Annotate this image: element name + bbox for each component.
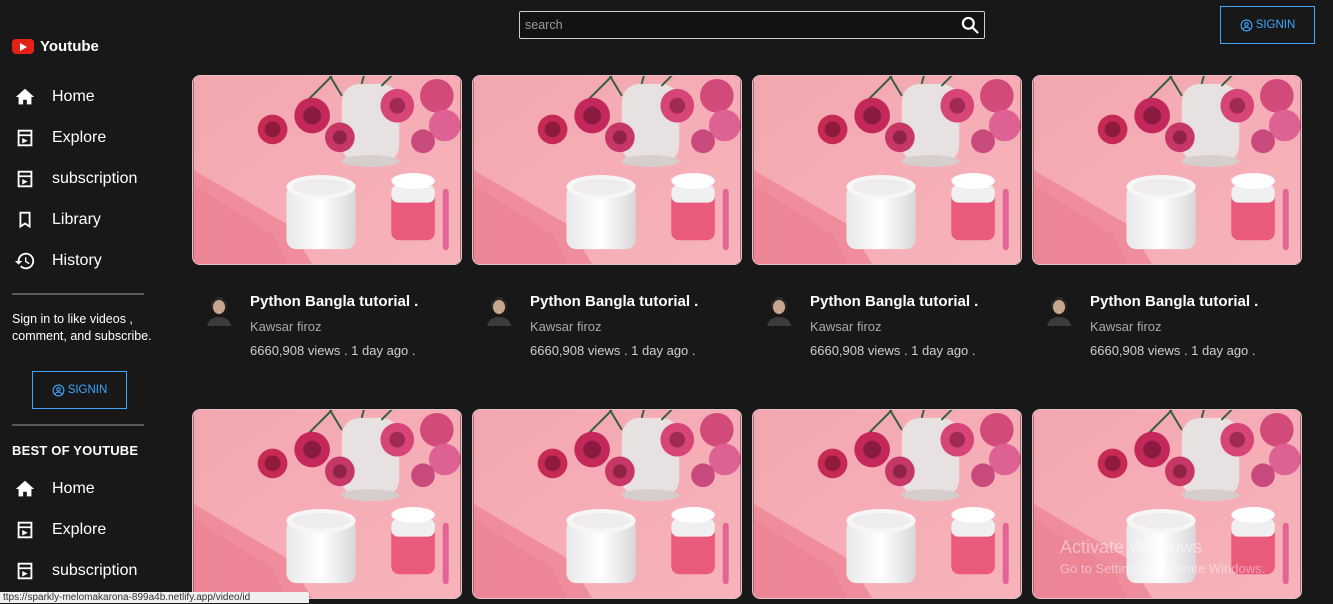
search-bar — [519, 11, 985, 39]
link-status-bar: ttps://sparkly-melomakarona-899a4b.netli… — [0, 592, 309, 603]
channel-avatar[interactable] — [764, 292, 794, 326]
video-card[interactable] — [752, 399, 1022, 604]
user-circle-icon — [52, 384, 65, 396]
sidebar-item-history[interactable]: History — [14, 250, 102, 272]
channel-name[interactable]: Kawsar firoz — [1090, 319, 1162, 334]
channel-avatar[interactable] — [204, 292, 234, 326]
video-stats: 6660,908 views . 1 day ago . — [250, 343, 416, 358]
home-icon — [15, 88, 35, 105]
search-icon[interactable] — [960, 15, 980, 35]
video-title[interactable]: Python Bangla tutorial . — [810, 293, 978, 310]
video-thumbnail[interactable] — [1032, 65, 1302, 265]
sidebar-item-label: Home — [52, 480, 95, 497]
video-card[interactable]: Python Bangla tutorial . Kawsar firoz 66… — [472, 65, 742, 360]
youtube-logo-icon — [12, 39, 34, 54]
sidebar-divider — [12, 293, 144, 295]
sidebar-item-label: Explore — [52, 129, 107, 146]
channel-avatar[interactable] — [484, 292, 514, 326]
explore-icon — [17, 521, 33, 539]
explore-icon — [17, 129, 33, 147]
video-thumbnail[interactable] — [472, 399, 742, 599]
signin-label: SIGNIN — [67, 384, 108, 396]
subscription-icon — [17, 170, 33, 188]
activation-watermark: Activate Windows Go to Settings to activ… — [1060, 537, 1265, 576]
sidebar-item-label: subscription — [52, 562, 138, 579]
sidebar-item-subscription[interactable]: subscription — [14, 168, 137, 190]
logo[interactable]: Youtube — [12, 38, 99, 55]
video-stats: 6660,908 views . 1 day ago . — [1090, 343, 1256, 358]
user-circle-icon — [1240, 19, 1253, 31]
header-signin-button[interactable]: SIGNIN — [1220, 6, 1315, 44]
sidebar: Youtube Home Explore subscription Librar… — [0, 0, 160, 603]
sidebar-item-label: History — [52, 252, 102, 269]
video-title[interactable]: Python Bangla tutorial . — [1090, 293, 1258, 310]
channel-name[interactable]: Kawsar firoz — [810, 319, 882, 334]
home-icon — [15, 480, 35, 497]
signin-label: SIGNIN — [1255, 19, 1296, 31]
history-icon — [14, 252, 35, 270]
sidebar-signin-button[interactable]: SIGNIN — [32, 371, 127, 409]
video-thumbnail[interactable] — [192, 399, 462, 599]
sidebar-divider — [12, 424, 144, 426]
channel-avatar[interactable] — [1044, 292, 1074, 326]
sidebar-item-label: subscription — [52, 170, 138, 187]
video-card[interactable]: Python Bangla tutorial . Kawsar firoz 66… — [192, 65, 462, 360]
sidebar-item-explore[interactable]: Explore — [14, 127, 106, 149]
sidebar-item-best-home[interactable]: Home — [14, 478, 95, 500]
sidebar-item-label: Home — [52, 88, 95, 105]
best-of-title: BEST OF YOUTUBE — [12, 443, 139, 458]
sidebar-item-home[interactable]: Home — [14, 86, 95, 108]
sidebar-item-label: Explore — [52, 521, 107, 538]
video-thumbnail[interactable] — [192, 65, 462, 265]
sidebar-item-best-subscription[interactable]: subscription — [14, 560, 137, 582]
watermark-subtitle: Go to Settings to activate Windows. — [1060, 561, 1266, 576]
video-card[interactable] — [472, 399, 742, 604]
video-stats: 6660,908 views . 1 day ago . — [810, 343, 976, 358]
sidebar-item-library[interactable]: Library — [14, 209, 101, 231]
search-input[interactable] — [520, 12, 955, 38]
video-thumbnail[interactable] — [752, 65, 1022, 265]
channel-name[interactable]: Kawsar firoz — [250, 319, 322, 334]
sidebar-item-best-explore[interactable]: Explore — [14, 519, 106, 541]
channel-name[interactable]: Kawsar firoz — [530, 319, 602, 334]
video-title[interactable]: Python Bangla tutorial . — [250, 293, 418, 310]
logo-text: Youtube — [40, 38, 99, 55]
video-thumbnail[interactable] — [752, 399, 1022, 599]
subscription-icon — [17, 562, 33, 580]
watermark-title: Activate Windows — [1060, 537, 1203, 557]
sidebar-item-label: Library — [52, 211, 101, 228]
library-icon — [19, 211, 31, 229]
video-stats: 6660,908 views . 1 day ago . — [530, 343, 696, 358]
video-card[interactable] — [192, 399, 462, 604]
video-card[interactable]: Python Bangla tutorial . Kawsar firoz 66… — [752, 65, 1022, 360]
signin-note: Sign in to like videos , comment, and su… — [12, 312, 152, 343]
video-card[interactable]: Python Bangla tutorial . Kawsar firoz 66… — [1032, 65, 1302, 360]
video-title[interactable]: Python Bangla tutorial . — [530, 293, 698, 310]
video-thumbnail[interactable] — [472, 65, 742, 265]
